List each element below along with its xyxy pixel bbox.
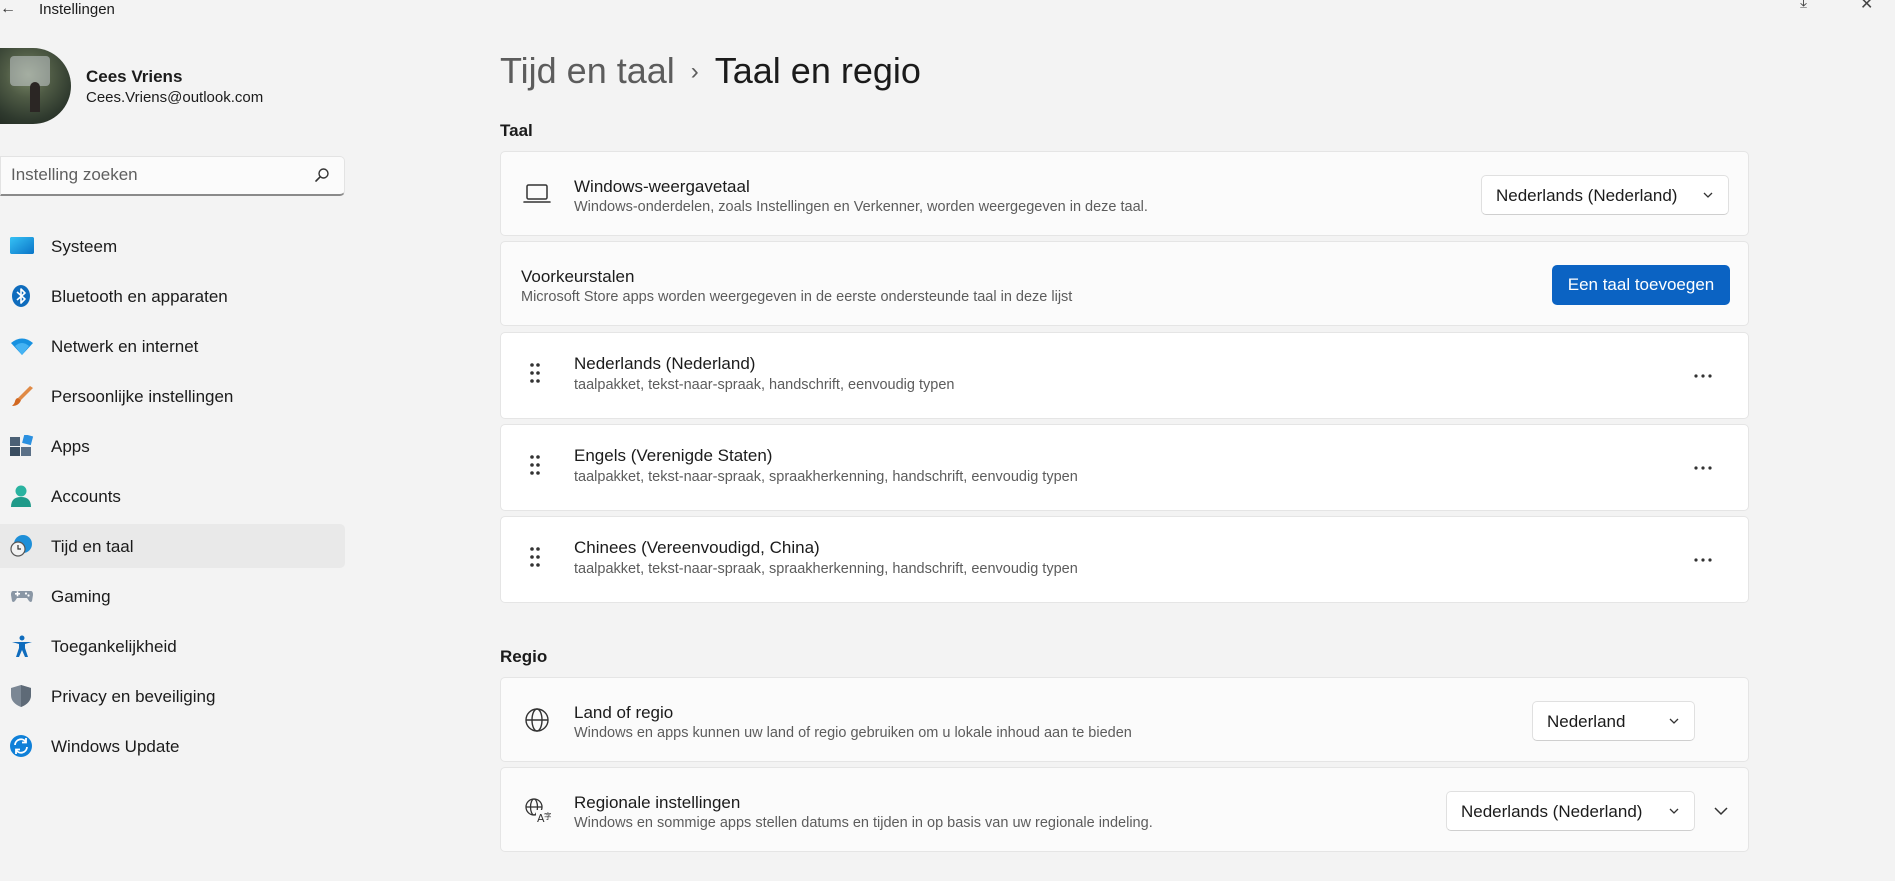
profile-email: Cees.Vriens@outlook.com (86, 89, 264, 106)
regional-format-card[interactable]: A 字 Regionale instellingen Windows en so… (500, 767, 1749, 852)
display-language-card: Windows-weergavetaal Windows-onderdelen,… (500, 151, 1749, 236)
sidebar-item-label: Apps (51, 437, 90, 456)
sidebar-item-accounts[interactable]: Accounts (0, 474, 345, 518)
sidebar-item-label: Persoonlijke instellingen (51, 387, 234, 406)
country-dropdown[interactable]: Nederland (1532, 701, 1695, 741)
sidebar-item-label: Accounts (51, 487, 121, 506)
back-arrow-icon[interactable]: ← (0, 0, 18, 20)
breadcrumb-parent[interactable]: Tijd en taal (500, 50, 675, 91)
profile-name: Cees Vriens (86, 67, 183, 86)
search-input[interactable] (1, 157, 301, 193)
app-title: Instellingen (39, 1, 115, 18)
more-options-icon[interactable] (1686, 545, 1720, 575)
add-language-button[interactable]: Een taal toevoegen (1552, 265, 1730, 305)
update-icon (10, 735, 32, 757)
card-title: Voorkeurstalen (521, 267, 635, 286)
search-box[interactable] (0, 156, 345, 196)
sidebar-item-label: Windows Update (51, 737, 180, 756)
sidebar-item-bluetooth[interactable]: Bluetooth en apparaten (0, 274, 345, 318)
card-description: Microsoft Store apps worden weergegeven … (521, 289, 1073, 305)
language-features: taalpakket, tekst-naar-spraak, handschri… (574, 377, 955, 393)
shield-icon (11, 685, 31, 707)
language-item-2[interactable]: Engels (Verenigde Staten) taalpakket, te… (500, 424, 1749, 511)
close-icon[interactable]: ✕ (1860, 0, 1873, 14)
sidebar-item-label: Toegankelijkheid (51, 637, 177, 656)
system-icon (10, 237, 34, 254)
chevron-down-icon (1703, 192, 1713, 198)
display-language-dropdown[interactable]: Nederlands (Nederland) (1481, 175, 1729, 215)
chevron-down-icon (1669, 808, 1679, 814)
language-name: Engels (Verenigde Staten) (574, 446, 773, 465)
card-title: Land of regio (574, 703, 674, 722)
title-bar: ← Instellingen ⤓ ✕ (0, 0, 1895, 24)
language-features: taalpakket, tekst-naar-spraak, spraakher… (574, 561, 1078, 577)
sidebar-item-label: Gaming (51, 587, 111, 606)
card-description: Windows-onderdelen, zoals Instellingen e… (574, 199, 1148, 215)
sidebar-item-label: Systeem (51, 237, 118, 256)
sidebar-item-label: Netwerk en internet (51, 337, 199, 356)
more-options-icon[interactable] (1686, 453, 1720, 483)
dropdown-value: Nederlands (Nederland) (1496, 186, 1678, 205)
chevron-down-icon (1669, 718, 1679, 724)
sidebar-item-gaming[interactable]: Gaming (0, 574, 345, 618)
breadcrumb: Tijd en taal › Taal en regio (500, 50, 921, 96)
globe-icon (525, 708, 549, 732)
restore-icon[interactable]: ⤓ (1800, 0, 1807, 12)
dropdown-value: Nederlands (Nederland) (1461, 802, 1643, 821)
card-description: Windows en sommige apps stellen datums e… (574, 815, 1153, 831)
apps-icon (10, 435, 34, 456)
section-title-taal: Taal (500, 121, 533, 140)
language-name: Chinees (Vereenvoudigd, China) (574, 538, 820, 557)
section-title-regio: Regio (500, 647, 548, 666)
language-item-3[interactable]: Chinees (Vereenvoudigd, China) taalpakke… (500, 516, 1749, 603)
language-item-1[interactable]: Nederlands (Nederland) taalpakket, tekst… (500, 332, 1749, 419)
search-icon[interactable] (314, 167, 330, 183)
sidebar-item-persoonlijk[interactable]: Persoonlijke instellingen (0, 374, 345, 418)
dropdown-value: Nederland (1547, 712, 1626, 731)
gamepad-icon (11, 591, 33, 602)
drag-handle-icon[interactable] (528, 546, 542, 568)
language-name: Nederlands (Nederland) (574, 354, 756, 373)
svg-text:字: 字 (544, 811, 551, 821)
sidebar-nav: Systeem Bluetooth en apparaten Netwerk e… (0, 224, 345, 774)
sidebar-item-windows-update[interactable]: Windows Update (0, 724, 345, 768)
sidebar-item-apps[interactable]: Apps (0, 424, 345, 468)
sidebar-item-toegankelijkheid[interactable]: Toegankelijkheid (0, 624, 345, 668)
bluetooth-icon (12, 285, 30, 307)
brush-icon (12, 386, 33, 406)
regional-format-icon: A 字 (525, 798, 551, 824)
preferred-languages-card: Voorkeurstalen Microsoft Store apps word… (500, 241, 1749, 326)
sidebar-item-systeem[interactable]: Systeem (0, 224, 345, 268)
more-options-icon[interactable] (1686, 361, 1720, 391)
sidebar-item-netwerk[interactable]: Netwerk en internet (0, 324, 345, 368)
laptop-icon (523, 184, 551, 203)
wifi-icon (11, 338, 33, 355)
sidebar-item-label: Bluetooth en apparaten (51, 287, 228, 306)
page-title: Taal en regio (714, 50, 921, 91)
sidebar-item-privacy[interactable]: Privacy en beveiliging (0, 674, 345, 718)
expand-chevron-icon[interactable] (1711, 801, 1731, 821)
regional-format-dropdown[interactable]: Nederlands (Nederland) (1446, 791, 1695, 831)
drag-handle-icon[interactable] (528, 362, 542, 384)
country-region-card: Land of regio Windows en apps kunnen uw … (500, 677, 1749, 762)
card-description: Windows en apps kunnen uw land of regio … (574, 725, 1132, 741)
sidebar-item-label: Privacy en beveiliging (51, 687, 216, 706)
sidebar-item-label: Tijd en taal (51, 537, 134, 556)
time-language-icon (10, 535, 32, 557)
user-profile[interactable]: Cees Vriens Cees.Vriens@outlook.com (0, 48, 340, 124)
accessibility-icon (12, 635, 32, 657)
card-title: Windows-weergavetaal (574, 177, 750, 196)
drag-handle-icon[interactable] (528, 454, 542, 476)
language-features: taalpakket, tekst-naar-spraak, spraakher… (574, 469, 1078, 485)
avatar[interactable] (0, 48, 71, 124)
sidebar-item-tijd-en-taal[interactable]: Tijd en taal (0, 524, 345, 568)
breadcrumb-separator-icon: › (690, 58, 699, 85)
accounts-icon (11, 485, 31, 507)
card-title: Regionale instellingen (574, 793, 741, 812)
